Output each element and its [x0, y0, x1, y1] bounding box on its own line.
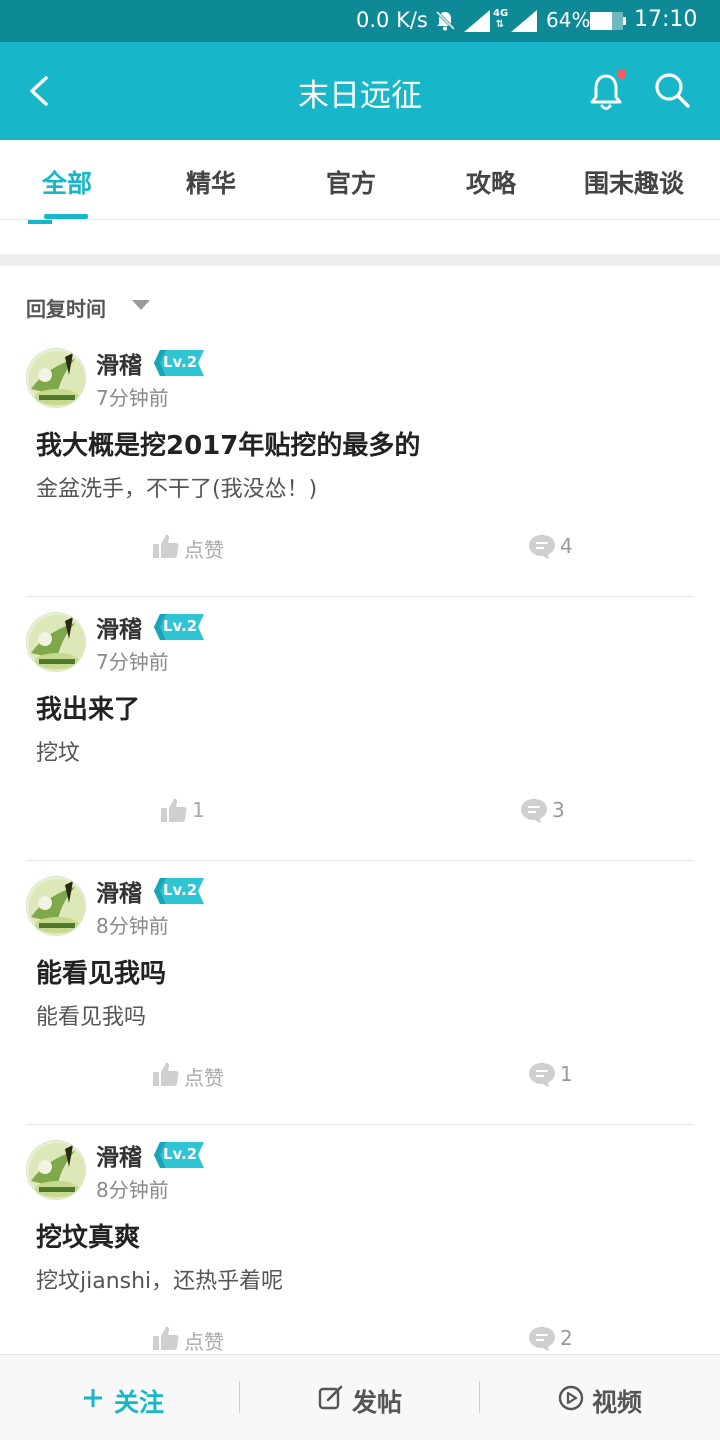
level-badge: Lv.2: [154, 614, 204, 640]
bottom-action-bar: 关注 发帖 视频: [0, 1354, 720, 1440]
post-divider: [26, 860, 694, 861]
post-excerpt[interactable]: 金盆洗手，不干了(我没怂！): [36, 471, 317, 503]
tab-all[interactable]: 全部: [42, 164, 92, 200]
pinned-area-peek: [0, 220, 720, 254]
net-speed: 0.0 K/s: [356, 8, 428, 32]
like-count: 点赞: [184, 1330, 224, 1354]
like-count: 1: [192, 798, 205, 822]
search-icon[interactable]: [652, 70, 692, 110]
like-count: 点赞: [184, 1066, 224, 1090]
post-label: 发帖: [352, 1388, 403, 1417]
post-excerpt[interactable]: 能看见我吗: [36, 999, 146, 1031]
avatar-image: [27, 877, 85, 935]
tab-chat[interactable]: 围末趣谈: [584, 164, 684, 200]
avatar-image: [27, 349, 85, 407]
thumbs-up-icon: [161, 798, 187, 822]
level-text: Lv.2: [163, 1145, 198, 1163]
comment-icon: [521, 799, 547, 824]
section-separator: [0, 254, 720, 266]
author-name[interactable]: 滑稽: [96, 610, 142, 644]
sort-selector[interactable]: 回复时间: [26, 293, 106, 322]
thumbs-up-icon: [153, 1062, 179, 1086]
battery-icon: [590, 12, 626, 30]
author-name[interactable]: 滑稽: [96, 874, 142, 908]
status-bar: 0.0 K/s 4G ⇅ 64% 17:10: [0, 0, 720, 42]
comment-icon: [529, 1327, 555, 1352]
level-text: Lv.2: [163, 617, 198, 635]
post-card[interactable]: 滑稽 Lv.2 7分钟前我出来了挖坟 1 3: [0, 612, 720, 876]
notification-dot: [617, 69, 626, 79]
clock: 17:10: [634, 7, 698, 32]
avatar[interactable]: [26, 1140, 86, 1200]
comment-count: 2: [560, 1326, 573, 1350]
avatar[interactable]: [26, 612, 86, 672]
comment-count: 1: [560, 1062, 573, 1086]
post-excerpt[interactable]: 挖坟jianshi，还热乎着呢: [36, 1263, 283, 1295]
post-title[interactable]: 我出来了: [36, 689, 140, 726]
level-badge: Lv.2: [154, 1142, 204, 1168]
signal-icon: [464, 10, 490, 32]
post-excerpt[interactable]: 挖坟: [36, 735, 80, 767]
level-text: Lv.2: [163, 353, 198, 371]
level-badge: Lv.2: [154, 350, 204, 376]
post-card[interactable]: 滑稽 Lv.2 8分钟前 能看见我吗 能看见我吗 点赞 1: [0, 876, 720, 1140]
video-label: 视频: [592, 1388, 643, 1417]
follow-label: 关注: [114, 1388, 165, 1417]
title-bar: 末日远征: [0, 42, 720, 140]
post-card[interactable]: 滑稽 Lv.2 7分钟前我大概是挖2017年贴挖的最多的金盆洗手，不干了(我没怂！)…: [0, 348, 720, 612]
pinned-marker: [28, 220, 52, 224]
signal-icon-2: [511, 10, 537, 32]
level-text: Lv.2: [163, 881, 198, 899]
author-name[interactable]: 滑稽: [96, 346, 142, 380]
avatar[interactable]: [26, 876, 86, 936]
comment-count: 4: [560, 534, 573, 558]
edit-icon: [318, 1385, 343, 1410]
plus-icon: [84, 1389, 102, 1407]
thumbs-up-icon: [153, 1326, 179, 1350]
post-time: 8分钟前: [96, 1178, 169, 1202]
tab-official[interactable]: 官方: [326, 164, 376, 200]
bottom-divider: [479, 1381, 480, 1413]
comment-icon: [529, 1063, 555, 1088]
play-circle-icon: [558, 1385, 584, 1411]
battery-percent: 64%: [546, 8, 591, 32]
comment-count: 3: [552, 798, 565, 822]
post-time: 7分钟前: [96, 650, 169, 674]
bell-icon[interactable]: [586, 68, 626, 114]
post-divider: [26, 596, 694, 597]
tab-featured[interactable]: 精华: [186, 164, 236, 200]
thumbs-up-icon: [153, 534, 179, 558]
bottom-divider: [239, 1381, 240, 1413]
tab-guides[interactable]: 攻略: [466, 164, 516, 200]
network-type: 4G ⇅: [493, 8, 509, 30]
post-time: 7分钟前: [96, 386, 169, 410]
caret-down-icon[interactable]: [132, 300, 150, 310]
comment-icon: [529, 535, 555, 560]
post-title[interactable]: 能看见我吗: [36, 953, 166, 990]
post-title[interactable]: 我大概是挖2017年贴挖的最多的: [36, 425, 420, 462]
avatar-image: [27, 613, 85, 671]
post-time: 8分钟前: [96, 914, 169, 938]
avatar-image: [27, 1141, 85, 1199]
avatar[interactable]: [26, 348, 86, 408]
post-title[interactable]: 挖坟真爽: [36, 1217, 140, 1254]
level-badge: Lv.2: [154, 878, 204, 904]
like-count: 点赞: [184, 538, 224, 562]
author-name[interactable]: 滑稽: [96, 1138, 142, 1172]
bell-off-icon: [435, 10, 456, 31]
post-divider: [26, 1124, 694, 1125]
category-tabs: 全部 精华 官方 攻略 围末趣谈: [0, 140, 720, 220]
